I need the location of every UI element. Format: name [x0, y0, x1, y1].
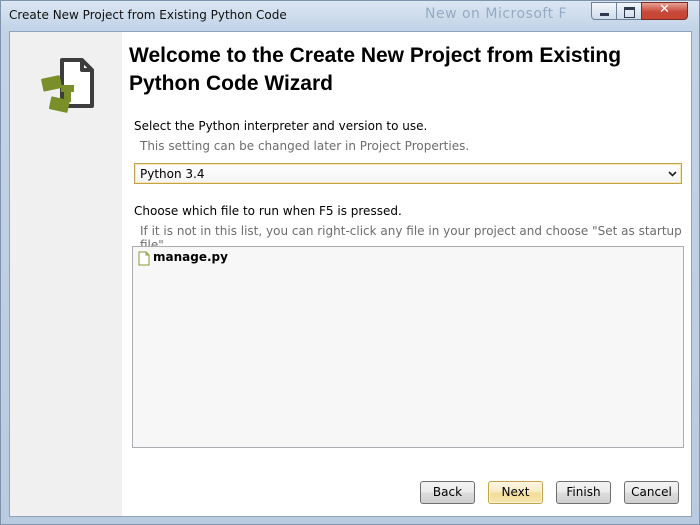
- interpreter-label: Select the Python interpreter and versio…: [134, 119, 428, 133]
- close-icon: ✕: [659, 2, 670, 17]
- back-button[interactable]: Back: [420, 481, 475, 504]
- startup-label: Choose which file to run when F5 is pres…: [134, 204, 402, 218]
- file-name: manage.py: [153, 250, 228, 264]
- minimize-button[interactable]: [591, 2, 617, 20]
- title-bar[interactable]: Create New Project from Existing Python …: [1, 1, 699, 30]
- wizard-body: Welcome to the Create New Project from E…: [9, 31, 692, 517]
- interpreter-select[interactable]: Python 3.4: [134, 163, 682, 184]
- interpreter-select-value: Python 3.4: [140, 167, 205, 181]
- next-button[interactable]: Next: [488, 481, 543, 504]
- interpreter-hint: This setting can be changed later in Pro…: [140, 139, 470, 153]
- wizard-sidebar: [10, 32, 122, 516]
- background-window-title: New on Microsoft F: [425, 6, 568, 22]
- wizard-window: Create New Project from Existing Python …: [0, 0, 700, 525]
- minimize-icon: [600, 13, 609, 16]
- chevron-down-icon: [668, 171, 677, 177]
- python-wizard-icon: [41, 58, 94, 113]
- cancel-button[interactable]: Cancel: [624, 481, 679, 504]
- python-file-icon: [138, 251, 150, 266]
- page-title: Welcome to the Create New Project from E…: [129, 44, 622, 95]
- maximize-icon: [624, 7, 635, 18]
- maximize-button[interactable]: [616, 2, 642, 20]
- close-button[interactable]: ✕: [641, 2, 688, 20]
- window-title: Create New Project from Existing Python …: [9, 8, 287, 22]
- window-controls: ✕: [591, 2, 694, 21]
- startup-file-list[interactable]: manage.py: [132, 246, 684, 448]
- finish-button[interactable]: Finish: [556, 481, 611, 504]
